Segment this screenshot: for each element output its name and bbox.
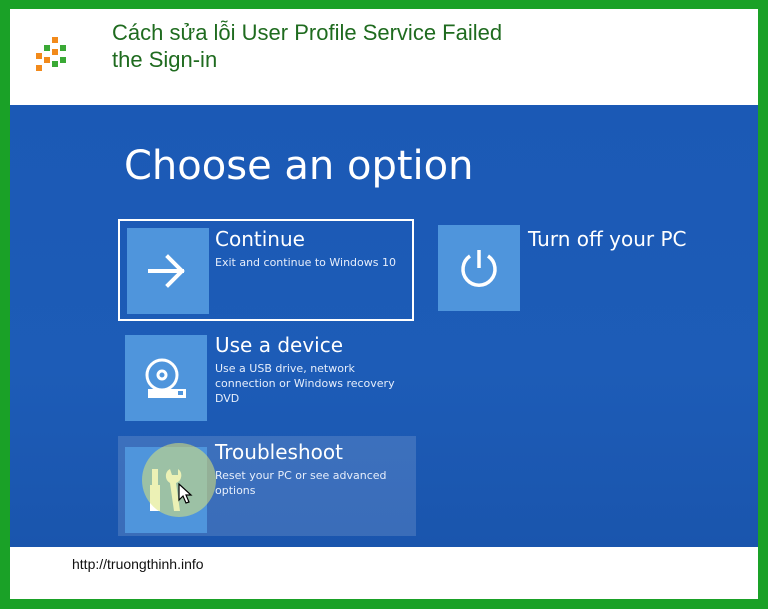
option-description: Use a USB drive, network connection or W…: [215, 362, 395, 405]
option-tile: [127, 228, 209, 314]
option-label: Continue: [215, 227, 305, 251]
option-label: Use a device: [215, 333, 344, 357]
option-label: Turn off your PC: [528, 227, 687, 251]
article-title-line-1: Cách sửa lỗi User Profile Service Failed: [112, 20, 503, 45]
arrow-right-icon: [148, 254, 185, 288]
option-tile: [125, 335, 207, 421]
page-title: Choose an option: [124, 143, 474, 189]
article-banner: Cách sửa lỗi User Profile Service Failed…: [10, 9, 758, 105]
article-title: Cách sửa lỗi User Profile Service Failed…: [112, 19, 632, 73]
option-turn-off-pc[interactable]: Turn off your PC: [438, 219, 687, 311]
site-logo-icon: [36, 37, 66, 71]
power-icon: [461, 250, 497, 287]
article-title-line-2: the Sign-in: [112, 47, 218, 72]
article-footer: http://truongthinh.info: [10, 547, 758, 599]
cursor-highlight: [142, 443, 216, 517]
option-description: Reset your PC or see advanced options: [215, 469, 387, 497]
disc-icon: [145, 358, 186, 398]
option-use-a-device[interactable]: Use a device Use a USB drive, network co…: [118, 331, 414, 423]
option-tile: [438, 225, 520, 311]
article-frame: Cách sửa lỗi User Profile Service Failed…: [10, 9, 758, 599]
source-link[interactable]: http://truongthinh.info: [72, 556, 204, 572]
option-label: Troubleshoot: [215, 440, 343, 464]
mouse-pointer-icon: [178, 483, 193, 504]
option-description: Exit and continue to Windows 10: [215, 256, 396, 269]
option-continue[interactable]: Continue Exit and continue to Windows 10: [118, 219, 414, 321]
recovery-screen: Choose an option Continue Exit and conti…: [10, 105, 758, 547]
